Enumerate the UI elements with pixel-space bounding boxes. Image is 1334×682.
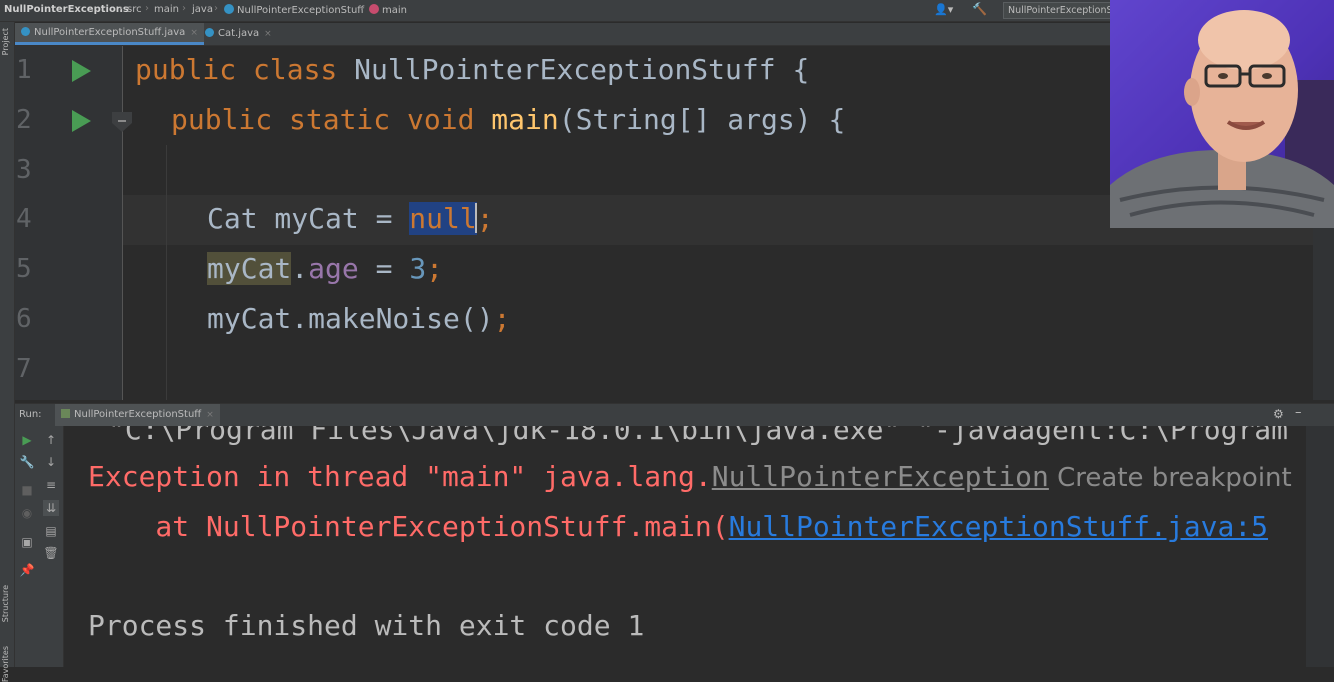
code-line-6: myCat.makeNoise();: [207, 302, 511, 335]
breadcrumb-separator: ›: [360, 3, 364, 14]
down-arrow-icon[interactable]: ↓: [43, 454, 59, 470]
breadcrumb-method[interactable]: main: [369, 4, 407, 16]
tab-label: NullPointerExceptionStuff.java: [34, 27, 186, 38]
trash-icon[interactable]: 🗑: [43, 545, 59, 561]
selected-text: null: [409, 202, 477, 235]
breadcrumb-main[interactable]: main: [154, 4, 179, 15]
console-exception-line: Exception in thread "main" java.lang.Nul…: [88, 460, 1292, 493]
java-class-icon: [21, 27, 30, 36]
run-class-icon[interactable]: [72, 60, 91, 82]
close-icon[interactable]: ×: [190, 28, 198, 38]
presenter-image: [1110, 0, 1334, 228]
print-icon[interactable]: ▤: [43, 523, 59, 539]
class-icon: [224, 4, 234, 14]
line-number: 6: [16, 304, 32, 334]
left-tool-stripe: [0, 22, 15, 667]
run-panel-header: Run: NullPointerExceptionStuff × ⚙ –: [15, 403, 1334, 426]
console-command-line: "C:\Program Files\Java\jdk-18.0.1\bin\ja…: [108, 426, 1306, 446]
stop-icon[interactable]: ■: [19, 482, 35, 498]
breadcrumb-java[interactable]: java: [192, 4, 213, 15]
breadcrumb-class-label: NullPointerExceptionStuff: [237, 5, 365, 16]
run-main-icon[interactable]: [72, 110, 91, 132]
source-file-link[interactable]: NullPointerExceptionStuff.java:5: [729, 510, 1268, 543]
webcam-overlay: [1110, 0, 1334, 228]
console-output[interactable]: "C:\Program Files\Java\jdk-18.0.1\bin\ja…: [64, 426, 1306, 667]
console-scrollbar[interactable]: [1306, 426, 1334, 667]
close-icon[interactable]: ×: [264, 29, 272, 39]
run-tab-label: NullPointerExceptionStuff: [74, 409, 202, 420]
exception-class-link[interactable]: NullPointerException: [712, 460, 1049, 493]
line-number: 4: [16, 204, 32, 234]
tab-nullpointerexceptionstuff-java[interactable]: NullPointerExceptionStuff.java ×: [15, 23, 204, 45]
soft-wrap-icon[interactable]: ≡: [43, 477, 59, 493]
rerun-icon[interactable]: ▶: [19, 432, 35, 448]
line-number: 2: [16, 105, 32, 135]
run-configuration-selector[interactable]: NullPointerExceptionStuff: [1003, 2, 1113, 19]
camera-icon[interactable]: ◉: [19, 505, 35, 521]
code-line-2: public static void main(String[] args) {: [171, 103, 846, 136]
breadcrumb-project[interactable]: NullPointerExceptions: [4, 4, 129, 15]
up-arrow-icon[interactable]: ↑: [43, 432, 59, 448]
user-icon[interactable]: 👤▾: [934, 3, 953, 16]
run-config-icon: [61, 409, 70, 418]
breadcrumb-separator: ›: [145, 3, 149, 14]
layout-icon[interactable]: ▣: [19, 534, 35, 550]
run-toolbar: ▶ ↑ 🔧 ↓ ■ ≡ ◉ ⇊ ▤ ▣ 🗑 📌: [15, 426, 64, 667]
breadcrumb-src[interactable]: src: [127, 4, 142, 15]
breadcrumb-separator: ›: [182, 3, 186, 14]
pin-icon[interactable]: 📌: [19, 562, 35, 578]
editor-tab-bar: NullPointerExceptionStuff.java × Cat.java…: [15, 23, 1110, 46]
structure-tool-window-button[interactable]: Structure: [1, 585, 10, 622]
close-icon[interactable]: ×: [206, 410, 214, 420]
highlighted-usage: myCat: [207, 252, 292, 285]
line-number: 1: [16, 55, 32, 85]
favorites-tool-window-button[interactable]: Favorites: [1, 646, 10, 682]
scroll-to-end-icon[interactable]: ⇊: [43, 500, 59, 516]
run-panel-label: Run:: [19, 409, 42, 420]
gear-icon[interactable]: ⚙: [1273, 407, 1284, 421]
console-stacktrace-line: at NullPointerExceptionStuff.main(NullPo…: [88, 510, 1269, 543]
line-number: 5: [16, 254, 32, 284]
create-breakpoint-hint[interactable]: Create breakpoint: [1049, 463, 1292, 493]
java-class-icon: [205, 28, 214, 37]
breadcrumb-method-label: main: [382, 5, 407, 16]
minimize-icon[interactable]: –: [1295, 405, 1302, 420]
tab-cat-java[interactable]: Cat.java ×: [199, 23, 278, 45]
breadcrumb-separator: ›: [119, 3, 123, 14]
method-icon: [369, 4, 379, 14]
code-line-5: myCat.age = 3;: [207, 252, 444, 285]
build-hammer-icon[interactable]: 🔨: [972, 2, 987, 16]
indent-guide: [166, 145, 167, 400]
console-exit-line: Process finished with exit code 1: [88, 609, 645, 642]
run-configuration-label: NullPointerExceptionStuff: [1008, 5, 1113, 16]
project-tool-window-button[interactable]: Project: [1, 28, 10, 55]
wrench-icon[interactable]: 🔧: [19, 454, 35, 470]
code-line-1: public class NullPointerExceptionStuff {: [135, 53, 810, 86]
breadcrumb-separator: ›: [214, 3, 218, 14]
code-line-4: Cat myCat = null;: [207, 202, 494, 235]
tab-label: Cat.java: [218, 28, 260, 39]
breadcrumb-class[interactable]: NullPointerExceptionStuff: [224, 4, 364, 16]
run-tab[interactable]: NullPointerExceptionStuff ×: [55, 404, 220, 426]
line-number: 3: [16, 155, 32, 185]
line-number: 7: [16, 354, 32, 384]
